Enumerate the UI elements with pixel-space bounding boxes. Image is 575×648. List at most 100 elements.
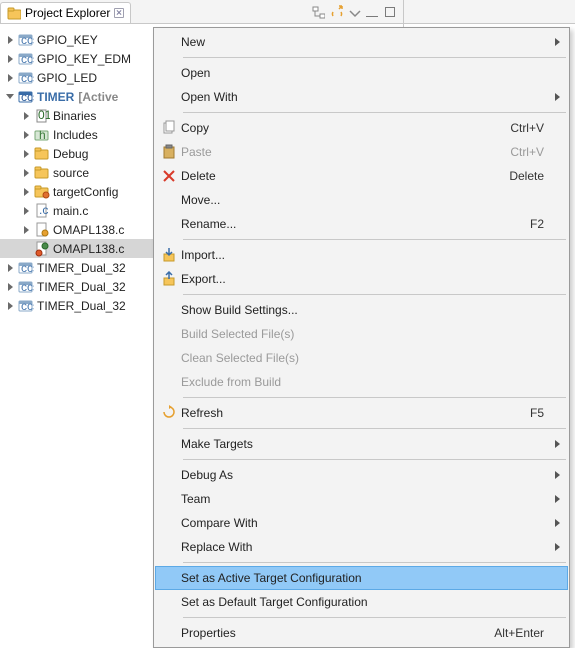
blank-icon [157,346,181,370]
view-menu-icon[interactable] [347,5,361,19]
expander-icon[interactable] [20,223,34,237]
menu-separator [183,562,566,563]
menu-separator [183,294,566,295]
menu-item[interactable]: New [155,30,568,54]
close-icon[interactable] [114,8,124,18]
blank-icon [157,322,181,346]
blank-icon [157,212,181,236]
menu-item[interactable]: Replace With [155,535,568,559]
submenu-arrow-icon [555,495,560,503]
menu-item-shortcut: Delete [509,169,544,183]
tab-project-explorer[interactable]: Project Explorer [0,2,131,23]
menu-item-label: Set as Active Target Configuration [181,571,544,585]
inc-icon [34,127,50,143]
menu-item[interactable]: Export... [155,267,568,291]
expander-icon[interactable] [20,147,34,161]
tree-item-label: source [53,166,89,180]
menu-item[interactable]: Rename...F2 [155,212,568,236]
link-editor-icon[interactable] [329,5,343,19]
minimize-icon[interactable] [365,5,379,19]
menu-item[interactable]: DeleteDelete [155,164,568,188]
paste-icon [157,140,181,164]
proj-icon [18,260,34,276]
menu-item[interactable]: Show Build Settings... [155,298,568,322]
menu-item-label: Replace With [181,540,544,554]
export-icon [157,267,181,291]
menu-item-label: New [181,35,544,49]
menu-item[interactable]: Import... [155,243,568,267]
blank-icon [157,298,181,322]
menu-item[interactable]: Open [155,61,568,85]
menu-item[interactable]: CopyCtrl+V [155,116,568,140]
expander-icon[interactable] [20,128,34,142]
tree-item-suffix: [Active [78,90,118,104]
menu-item-label: Export... [181,272,544,286]
expander-icon[interactable] [4,299,18,313]
blank-icon [157,85,181,109]
expander-icon[interactable] [4,52,18,66]
tree-item-label: TIMER_Dual_32 [37,261,126,275]
menu-item: Exclude from Build [155,370,568,394]
menu-item-label: Refresh [181,406,530,420]
menu-item[interactable]: Team [155,487,568,511]
menu-item[interactable]: Make Targets [155,432,568,456]
tree-view-icon[interactable] [311,5,325,19]
editor-area-strip [404,0,575,24]
menu-item-shortcut: F5 [530,406,544,420]
blank-icon [157,370,181,394]
menu-item[interactable]: Compare With [155,511,568,535]
expander-icon[interactable] [4,280,18,294]
menu-item[interactable]: Debug As [155,463,568,487]
menu-item[interactable]: Set as Default Target Configuration [155,590,568,614]
expander-icon[interactable] [4,33,18,47]
tree-item-label: OMAPL138.c [53,242,124,256]
blank-icon [157,590,181,614]
expander-icon[interactable] [4,261,18,275]
expander-icon[interactable] [4,90,18,104]
menu-separator [183,397,566,398]
menu-separator [183,239,566,240]
submenu-arrow-icon [555,93,560,101]
expander-icon[interactable] [20,204,34,218]
blank-icon [157,511,181,535]
tree-item-label: Debug [53,147,88,161]
menu-item-shortcut: Ctrl+V [510,145,544,159]
menu-item-shortcut: Ctrl+V [510,121,544,135]
expander-icon[interactable] [20,166,34,180]
maximize-icon[interactable] [383,5,397,19]
menu-item-label: Import... [181,248,544,262]
menu-item: PasteCtrl+V [155,140,568,164]
menu-separator [183,428,566,429]
folder-icon [7,6,21,20]
proj-icon [18,51,34,67]
menu-item-label: Clean Selected File(s) [181,351,544,365]
submenu-arrow-icon [555,440,560,448]
expander-icon[interactable] [20,185,34,199]
expander-icon[interactable] [4,71,18,85]
blank-icon [157,188,181,212]
expander-icon[interactable] [20,109,34,123]
menu-item-label: Rename... [181,217,530,231]
blank-icon [157,432,181,456]
menu-item-label: Properties [181,626,494,640]
menu-item[interactable]: Move... [155,188,568,212]
bin-icon [34,108,50,124]
menu-item: Clean Selected File(s) [155,346,568,370]
blank-icon [157,621,181,645]
menu-item-label: Make Targets [181,437,544,451]
menu-separator [183,112,566,113]
menu-item[interactable]: RefreshF5 [155,401,568,425]
target-icon [34,241,50,257]
menu-item[interactable]: PropertiesAlt+Enter [155,621,568,645]
submenu-arrow-icon [555,471,560,479]
menu-item[interactable]: Open With [155,85,568,109]
menu-item[interactable]: Set as Active Target Configuration [155,566,568,590]
menu-item-label: Copy [181,121,510,135]
import-icon [157,243,181,267]
menu-separator [183,617,566,618]
gfile-icon [34,222,50,238]
menu-item-label: Move... [181,193,544,207]
view-toolbar [311,0,403,23]
blank-icon [157,61,181,85]
tree-item-label: Binaries [53,109,96,123]
